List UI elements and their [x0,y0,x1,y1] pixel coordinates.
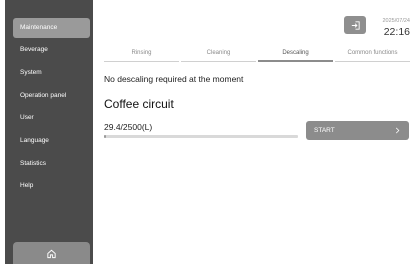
tab-rinsing-underline [104,60,179,62]
progress-fill [104,135,107,138]
volume-counter: 29.4/2500(L) [104,122,153,132]
exit-icon [351,20,360,30]
section-title: Coffee circuit [104,97,174,111]
sidebar-item-help[interactable]: Help [13,176,90,196]
date-display: 2025/07/24 [382,18,410,24]
chevron-right-icon [395,127,400,134]
tab-rinsing-label: Rinsing [131,50,152,56]
tab-cleaning-label: Cleaning [206,50,231,56]
tab-cleaning-underline [181,60,256,62]
start-button[interactable]: START [306,121,409,140]
sidebar-item-statistics[interactable]: Statistics [13,154,90,174]
tab-common-functions[interactable]: Common functions [335,48,410,62]
tab-common-functions-underline [335,60,410,62]
exit-button[interactable] [344,16,366,34]
tab-descaling[interactable]: Descaling [258,48,333,62]
time-display: 22:16 [383,26,410,38]
tab-cleaning[interactable]: Cleaning [181,48,256,62]
tab-common-functions-label: Common functions [347,50,398,56]
sidebar-item-system[interactable]: System [13,63,90,83]
sidebar: Maintenance Beverage System Operation pa… [5,0,93,264]
sidebar-item-beverage[interactable]: Beverage [13,40,90,60]
tab-rinsing[interactable]: Rinsing [104,48,179,62]
sidebar-item-language[interactable]: Language [13,131,90,151]
sidebar-item-maintenance[interactable]: Maintenance [13,18,90,38]
start-button-label: START [314,127,335,134]
status-message: No descaling required at the moment [104,74,244,84]
tab-descaling-underline [258,60,333,62]
progress-bar [104,135,298,138]
home-button[interactable] [13,242,90,264]
tab-descaling-label: Descaling [282,50,309,56]
sidebar-item-user[interactable]: User [13,108,90,128]
sidebar-item-operation-panel[interactable]: Operation panel [13,86,90,106]
home-icon [47,249,56,258]
